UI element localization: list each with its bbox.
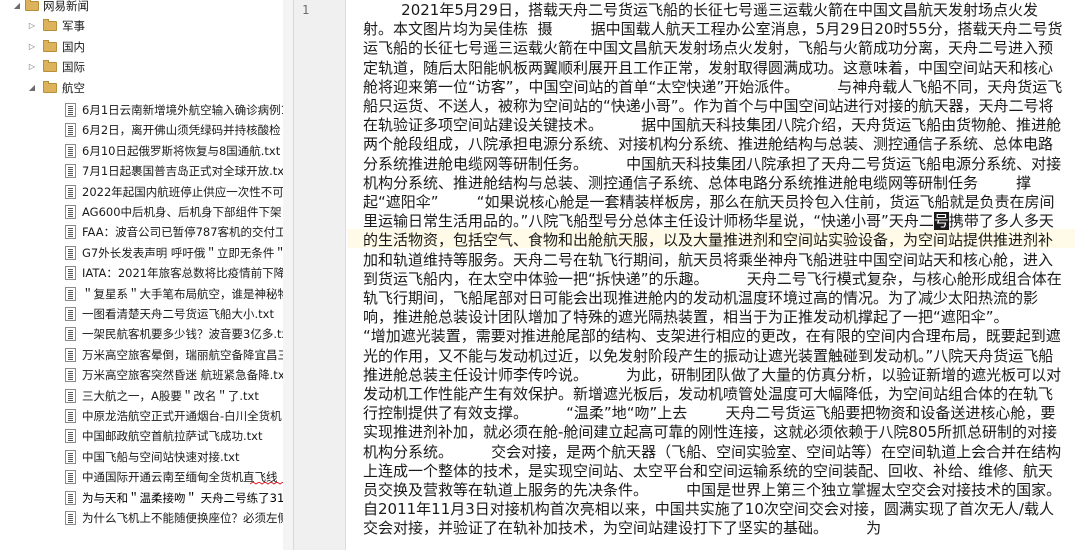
text-file-icon — [65, 286, 76, 301]
tree-folder-label: 航空 — [62, 80, 85, 95]
file-tree[interactable]: ◢ 网易新闻 ▷ 军事 ▷ 国内 ▷ 国际 ◢ 航空 6月1日云南新增境外航空输入确诊病例1 6月2日… — [0, 0, 294, 550]
text-file-icon — [65, 388, 76, 403]
tree-file-label: 中原龙浩航空正式开通烟台-白川全货机 — [82, 409, 282, 423]
tree-file-label: ＂复星系＂大手笔布局航空，谁是神秘物 — [82, 286, 289, 301]
tree-file-label: 中国邮政航空首航拉萨试飞成功.txt — [82, 429, 263, 444]
tree-file-label: FAA：波音公司已暂停787客机的交付工 — [82, 225, 287, 240]
expand-arrow-icon[interactable]: ▷ — [27, 16, 37, 36]
tree-folder-label: 国际 — [62, 60, 85, 75]
text-file-icon — [65, 470, 76, 485]
text-before-caret: 2021年5月29日，搭载天舟二号货运飞船的长征七号遥三运载火箭在中国文昌航天发… — [363, 1, 1063, 231]
expand-arrow-icon[interactable]: ▷ — [27, 37, 37, 57]
text-file-icon — [65, 245, 76, 260]
text-caret-selection: 号 — [933, 212, 949, 231]
tree-file-label: G7外长发表声明 呼吁俄＂立即无条件＂ — [82, 245, 286, 260]
tree-file-label: 万米高空旅客晕倒，瑞丽航空备降宜昌三 — [82, 347, 289, 362]
text-file-icon — [65, 123, 76, 138]
line-number-gutter: 1 — [294, 0, 346, 550]
text-file-icon — [65, 184, 76, 199]
tree-file-label: 2022年起国内航班停止供应一次性不可 — [82, 184, 284, 199]
text-file-icon — [65, 143, 76, 158]
folder-icon — [43, 80, 57, 93]
text-file-icon — [65, 347, 76, 362]
tree-file-label: 中国飞船与空间站快速对接.txt — [82, 449, 240, 464]
tree-file-label: 6月10日起俄罗斯将恢复与8国通航.txt — [82, 143, 281, 158]
text-file-icon — [65, 307, 76, 321]
tree-file-label: 一架民航客机要多少钱？波音要3亿多.tx — [82, 327, 289, 342]
text-after-caret: 携带了多人多天的生活物资，包括空气、食物和出舱航天服，以及大量推进剂和空间站实验… — [363, 212, 1062, 538]
tree-file-label: IATA：2021年旅客总数将比疫情前下降 — [82, 266, 286, 281]
text-file-icon — [65, 511, 76, 525]
tree-file-label: 万米高空旅客突然昏迷 航班紧急备降.tx — [82, 368, 285, 383]
folder-icon — [43, 60, 57, 73]
tree-file-label: 6月2日，离开佛山须凭绿码并持核酸检 — [82, 123, 281, 138]
folder-icon — [43, 19, 57, 32]
tree-file-label: 一图看清楚天舟二号货运飞船大小.txt — [82, 307, 274, 321]
text-file-icon — [65, 449, 76, 464]
text-file-icon — [65, 225, 76, 240]
text-file-icon — [65, 490, 76, 505]
tree-node-label: 网易新闻 — [43, 0, 89, 13]
tree-file-label: 7月1日起裹国普吉岛正式对全球开放.txt — [82, 164, 289, 179]
text-file-icon — [65, 205, 76, 219]
collapse-arrow-icon[interactable]: ◢ — [27, 78, 37, 98]
tree-file-label: 6月1日云南新增境外航空输入确诊病例1 — [82, 103, 288, 117]
text-file-icon — [65, 368, 76, 383]
tree-folder-label: 国内 — [62, 39, 85, 54]
folder-icon — [43, 39, 57, 52]
line-number: 1 — [302, 3, 310, 17]
collapse-arrow-icon[interactable]: ◢ — [12, 0, 22, 16]
expand-arrow-icon[interactable]: ▷ — [27, 57, 37, 77]
text-file-icon — [65, 164, 76, 179]
text-file-icon — [65, 409, 76, 423]
tree-file-label: 为与天和＂温柔接吻＂ 天舟二号练了31 — [82, 490, 285, 505]
text-file-icon — [65, 103, 76, 117]
text-file-icon — [65, 327, 76, 342]
text-editor[interactable]: 2021年5月29日，搭载天舟二号货运飞船的长征七号遥三运载火箭在中国文昌航天发… — [347, 0, 1075, 550]
tree-file-label: 中通国际开通云南至缅甸全货机直飞线 — [82, 470, 278, 485]
tree-folder-label: 军事 — [62, 19, 85, 34]
tree-file-label: 为什么飞机上不能随便换座位？必须左侧 — [82, 511, 289, 525]
text-file-icon — [65, 429, 76, 444]
tree-file-label: 三大航之一，A股要＂改名＂了.txt — [82, 388, 259, 403]
tree-file-label: AG600中后机身、后机身下部组件下架 — [82, 205, 282, 219]
folder-open-icon — [25, 0, 39, 11]
editor-text[interactable]: 2021年5月29日，搭载天舟二号货运飞船的长征七号遥三运载火箭在中国文昌航天发… — [363, 1, 1067, 539]
text-file-icon — [65, 266, 76, 281]
tree-scrollbar[interactable] — [283, 0, 293, 550]
